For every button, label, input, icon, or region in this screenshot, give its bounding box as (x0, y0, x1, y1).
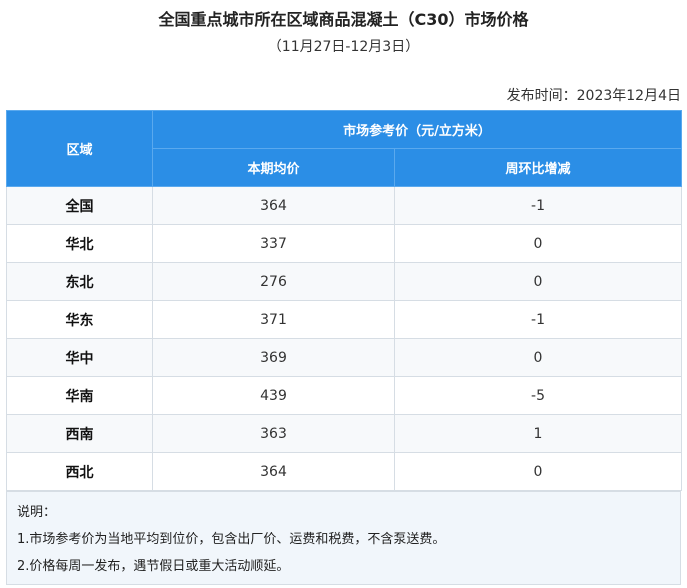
table-row: 华东 371 -1 (6, 300, 682, 339)
cell-average: 371 (152, 300, 395, 339)
cell-average: 276 (152, 262, 395, 301)
table-header: 区域 市场参考价（元/立方米） 本期均价 周环比增减 (6, 110, 682, 187)
cell-average: 364 (152, 186, 395, 225)
cell-change: -1 (394, 186, 682, 225)
notes-box: 说明： 1.市场参考价为当地平均到位价，包含出厂价、运费和税费，不含泵送费。 2… (6, 491, 681, 585)
cell-change: 1 (394, 414, 682, 453)
cell-change: -1 (394, 300, 682, 339)
table-row: 华南 439 -5 (6, 376, 682, 415)
table-row: 西南 363 1 (6, 414, 682, 453)
cell-average: 364 (152, 452, 395, 491)
cell-average: 439 (152, 376, 395, 415)
cell-change: 0 (394, 338, 682, 377)
date-range-subtitle: （11月27日-12月3日） (267, 39, 420, 55)
table-row: 全国 364 -1 (6, 186, 682, 225)
page-title: 全国重点城市所在区域商品混凝土（C30）市场价格 (158, 10, 529, 29)
table-row: 华中 369 0 (6, 338, 682, 377)
table-row: 华北 337 0 (6, 224, 682, 263)
header-current-average: 本期均价 (152, 148, 395, 187)
table-row: 西北 364 0 (6, 452, 682, 491)
table-body: 全国 364 -1 华北 337 0 东北 276 0 华东 371 -1 华中… (6, 186, 682, 491)
cell-change: 0 (394, 224, 682, 263)
release-date: 发布时间：2023年12月4日 (506, 88, 681, 104)
cell-region: 华北 (6, 224, 153, 263)
cell-region: 全国 (6, 186, 153, 225)
cell-region: 西北 (6, 452, 153, 491)
cell-average: 337 (152, 224, 395, 263)
cell-region: 华东 (6, 300, 153, 339)
note-line-1: 1.市场参考价为当地平均到位价，包含出厂价、运费和税费，不含泵送费。 (17, 532, 446, 547)
note-line-2: 2.价格每周一发布，遇节假日或重大活动顺延。 (17, 559, 290, 574)
cell-region: 华中 (6, 338, 153, 377)
cell-average: 369 (152, 338, 395, 377)
notes-heading: 说明： (17, 505, 57, 520)
cell-change: 0 (394, 262, 682, 301)
header-market-price: 市场参考价（元/立方米） (152, 110, 682, 149)
header-region: 区域 (6, 110, 153, 187)
cell-change: 0 (394, 452, 682, 491)
cell-change: -5 (394, 376, 682, 415)
table-row: 东北 276 0 (6, 262, 682, 301)
cell-region: 东北 (6, 262, 153, 301)
header-week-change: 周环比增减 (394, 148, 682, 187)
cell-region: 西南 (6, 414, 153, 453)
cell-average: 363 (152, 414, 395, 453)
cell-region: 华南 (6, 376, 153, 415)
price-table: 区域 市场参考价（元/立方米） 本期均价 周环比增减 全国 364 -1 华北 … (6, 110, 682, 491)
